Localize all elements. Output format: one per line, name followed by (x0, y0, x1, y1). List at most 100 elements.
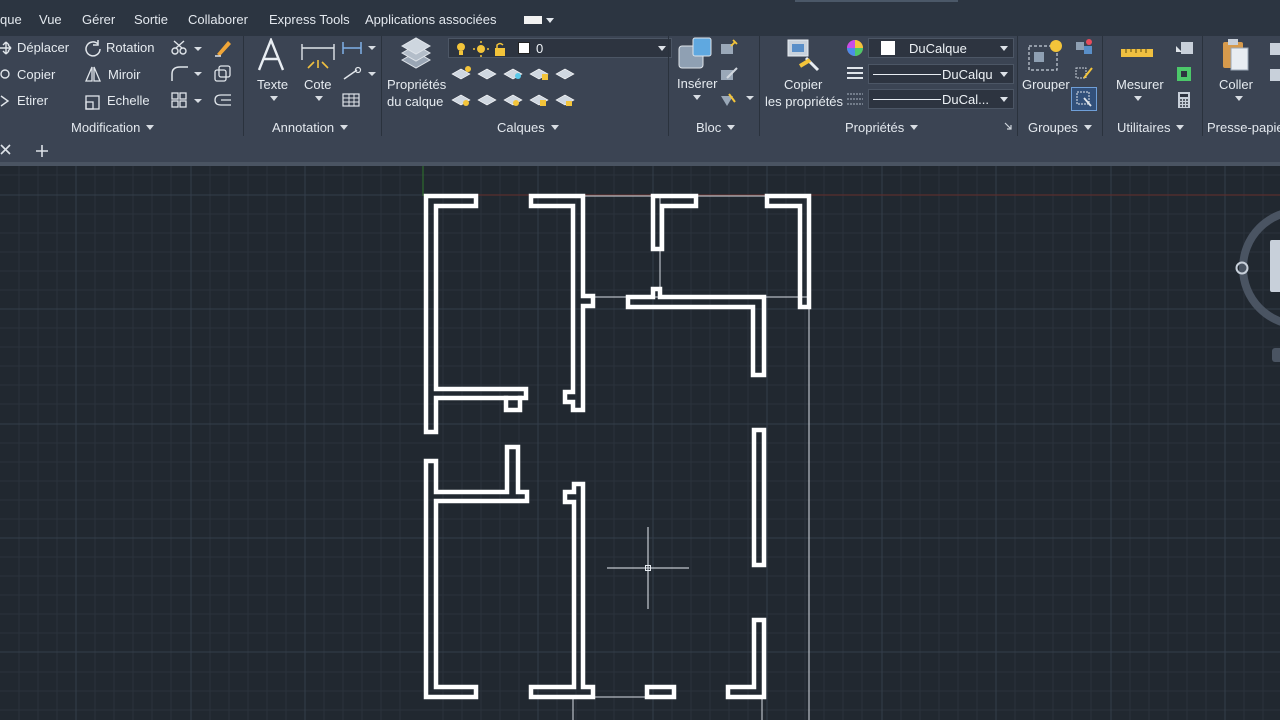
chevron-down-icon (1000, 46, 1008, 51)
linetype-dropdown[interactable]: DuCalqu (868, 64, 1014, 84)
measure-icon (1121, 49, 1153, 57)
measure-dropdown-caret[interactable] (1134, 96, 1142, 101)
scale-button[interactable]: Echelle (107, 93, 150, 108)
chevron-down-icon (658, 46, 666, 51)
rotate-button[interactable]: Rotation (106, 40, 154, 55)
copy-button[interactable]: Copier (17, 67, 55, 82)
utilities-panel-title[interactable]: Utilitaires (1117, 120, 1185, 135)
layer-color-swatch (518, 42, 530, 54)
color-wheel-icon (847, 40, 863, 56)
layer-tools-row-2[interactable] (450, 90, 578, 110)
quick-select-icon[interactable] (1174, 38, 1196, 58)
panel-separator (1017, 36, 1018, 136)
layer-state-icons (457, 41, 505, 57)
match-properties-label-2[interactable]: les propriétés (765, 94, 843, 109)
leader-icon[interactable] (341, 66, 377, 82)
fillet-icon[interactable] (170, 64, 204, 82)
stretch-icon (0, 95, 10, 107)
new-tab-icon[interactable] (36, 145, 48, 157)
cut-icon[interactable] (1268, 41, 1280, 57)
paste-button[interactable]: Coller (1219, 77, 1253, 92)
color-swatch (881, 41, 895, 55)
menu-item-manage[interactable]: Gérer (82, 12, 115, 27)
close-icon[interactable] (0, 144, 12, 156)
panel-separator (668, 36, 669, 136)
paste-icon (1223, 39, 1249, 71)
linetype-value: DuCalqu (942, 67, 993, 82)
clipboard-panel-title[interactable]: Presse-papie (1207, 120, 1280, 135)
edit-block-icon[interactable] (719, 64, 739, 82)
group-selection-toggle[interactable] (1071, 87, 1097, 111)
drawing-canvas[interactable] (0, 166, 1280, 720)
navigation-wheel[interactable] (1235, 210, 1280, 362)
menu-bar: que Vue Gérer Sortie Collaborer Express … (0, 0, 1280, 36)
chevron-down-icon (1000, 97, 1008, 102)
dimension-button[interactable]: Cote (304, 77, 331, 92)
group-edit-icon[interactable] (1074, 64, 1094, 82)
dialog-launcher-icon[interactable] (1004, 122, 1012, 130)
color-value: DuCalque (909, 41, 967, 56)
offset-icon[interactable] (213, 64, 233, 82)
menu-item-view[interactable]: Vue (39, 12, 62, 27)
layer-properties-icon (400, 37, 432, 69)
join-icon[interactable] (213, 92, 233, 108)
trim-icon[interactable] (170, 39, 204, 57)
properties-panel-title[interactable]: Propriétés (845, 120, 919, 135)
ribbon: Déplacer Rotation Copier Miroir Etirer E… (0, 36, 1280, 136)
menu-item-collaborate[interactable]: Collaborer (188, 12, 248, 27)
text-icon (257, 38, 285, 71)
mirror-button[interactable]: Miroir (108, 67, 141, 82)
annotation-panel-title[interactable]: Annotation (272, 120, 349, 135)
copy-icon (0, 69, 10, 79)
match-properties-label-1[interactable]: Copier (784, 77, 822, 92)
linear-dimension-icon[interactable] (341, 40, 377, 56)
match-properties-icon (787, 39, 820, 72)
groups-panel-title[interactable]: Groupes (1028, 120, 1092, 135)
layer-tools-row-1[interactable] (450, 64, 578, 84)
ribbon-state-dropdown[interactable] (524, 14, 554, 26)
block-attributes-icon[interactable] (719, 90, 755, 108)
layers-panel-title[interactable]: Calques (497, 120, 559, 135)
linetype-preview (873, 74, 941, 75)
create-block-icon[interactable] (719, 38, 739, 56)
erase-icon[interactable] (213, 38, 233, 58)
menu-item-annotate[interactable]: que (0, 12, 22, 27)
text-button[interactable]: Texte (257, 77, 288, 92)
copy-clip-icon[interactable] (1268, 67, 1280, 83)
measure-button[interactable]: Mesurer (1116, 77, 1164, 92)
select-all-icon[interactable] (1174, 64, 1196, 84)
layer-properties-label-1[interactable]: Propriétés (387, 77, 446, 92)
paste-dropdown-caret[interactable] (1235, 96, 1243, 101)
text-dropdown-caret[interactable] (270, 96, 278, 101)
lineweight-value: DuCal... (942, 92, 989, 107)
grid-minor (0, 166, 1280, 720)
lineweight-dropdown[interactable]: DuCal... (868, 89, 1014, 109)
stretch-button[interactable]: Etirer (17, 93, 48, 108)
menu-bar-highlight (795, 0, 958, 2)
group-selection-icon (1076, 91, 1092, 107)
modification-panel-title[interactable]: Modification (71, 120, 155, 135)
dimension-dropdown-caret[interactable] (315, 96, 323, 101)
ungroup-icon[interactable] (1074, 38, 1094, 56)
group-button[interactable]: Grouper (1022, 77, 1070, 92)
insert-button[interactable]: Insérer (677, 76, 717, 91)
panel-separator (1202, 36, 1203, 136)
move-button[interactable]: Déplacer (17, 40, 69, 55)
insert-dropdown-caret[interactable] (693, 95, 701, 100)
menu-item-express-tools[interactable]: Express Tools (269, 12, 350, 27)
current-layer-name: 0 (536, 41, 544, 56)
lineweight-preview (873, 99, 941, 100)
table-icon[interactable] (342, 92, 360, 108)
viewcube-face[interactable] (1270, 240, 1280, 292)
file-tabs (0, 136, 1280, 164)
wcs-menu[interactable] (1272, 348, 1280, 362)
menu-item-output[interactable]: Sortie (134, 12, 168, 27)
layer-properties-label-2[interactable]: du calque (387, 94, 443, 109)
menu-item-featured-apps[interactable]: Applications associées (365, 12, 497, 27)
calculator-icon[interactable] (1174, 90, 1196, 110)
array-icon[interactable] (170, 91, 204, 109)
block-panel-title[interactable]: Bloc (696, 120, 736, 135)
color-dropdown[interactable]: DuCalque (868, 38, 1014, 58)
panel-separator (381, 36, 382, 136)
layer-dropdown[interactable]: 0 (448, 38, 672, 58)
